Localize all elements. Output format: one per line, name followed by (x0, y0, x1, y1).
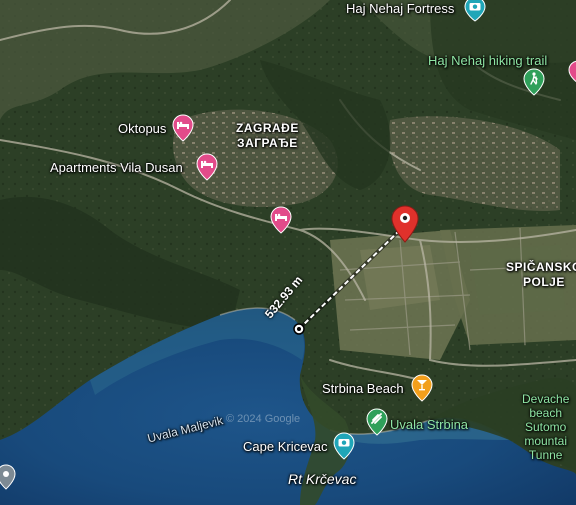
area-label-spicansko-line1: SPIČANSKO (506, 260, 576, 274)
location-pin-icon[interactable] (391, 205, 419, 248)
camera-icon[interactable] (464, 0, 486, 27)
devache-line3: Sutomo (525, 420, 567, 434)
hotel-icon[interactable] (568, 60, 576, 89)
cape-label-rt-krcevac: Rt Krčevac (288, 471, 357, 487)
poi-label-haj-nehaj-fortress[interactable]: Haj Nehaj Fortress (346, 1, 454, 16)
camera-icon[interactable] (333, 432, 355, 465)
area-label-zagradje-cyrillic: ЗАГРАЂЕ (237, 136, 298, 150)
satellite-map[interactable]: 532.93 m Haj Nehaj Fortress Haj Nehaj hi… (0, 0, 576, 505)
poi-label-strbina-beach[interactable]: Strbina Beach (322, 381, 404, 396)
poi-label-uvala-strbina[interactable]: Uvala Strbina (390, 417, 468, 432)
area-label-spicansko-polje: SPIČANSKO POLJE (506, 260, 576, 290)
area-label-zagradje-latin: ZAGRAĐE (236, 121, 299, 135)
devache-line2: beach (529, 406, 563, 420)
hotel-icon[interactable] (196, 153, 218, 186)
park-icon[interactable] (366, 408, 388, 441)
poi-label-cape-kricevac[interactable]: Cape Kricevac (243, 439, 328, 454)
grey-pin-icon[interactable] (0, 464, 16, 495)
poi-label-devache-beach[interactable]: Devache beach Sutomo mountai Tunne (522, 392, 569, 462)
hiker-icon[interactable] (523, 68, 545, 101)
area-label-spicansko-line2: POLJE (522, 275, 565, 289)
hotel-icon[interactable] (172, 114, 194, 147)
cocktail-icon[interactable] (411, 374, 433, 407)
devache-line5: Tunne (528, 448, 563, 462)
devache-line4: mountai (524, 434, 568, 448)
distance-measure-line[interactable] (0, 0, 576, 505)
hotel-icon[interactable] (270, 206, 292, 239)
devache-line1: Devache (522, 392, 570, 406)
poi-label-haj-nehaj-trail[interactable]: Haj Nehaj hiking trail (428, 53, 547, 68)
poi-label-apartments-vila-dusan[interactable]: Apartments Vila Dusan (50, 160, 183, 175)
poi-label-oktopus[interactable]: Oktopus (118, 121, 166, 136)
area-label-zagradje: ZAGRAĐE ЗАГРАЂЕ (236, 121, 299, 151)
map-watermark: © 2024 Google (226, 413, 301, 425)
